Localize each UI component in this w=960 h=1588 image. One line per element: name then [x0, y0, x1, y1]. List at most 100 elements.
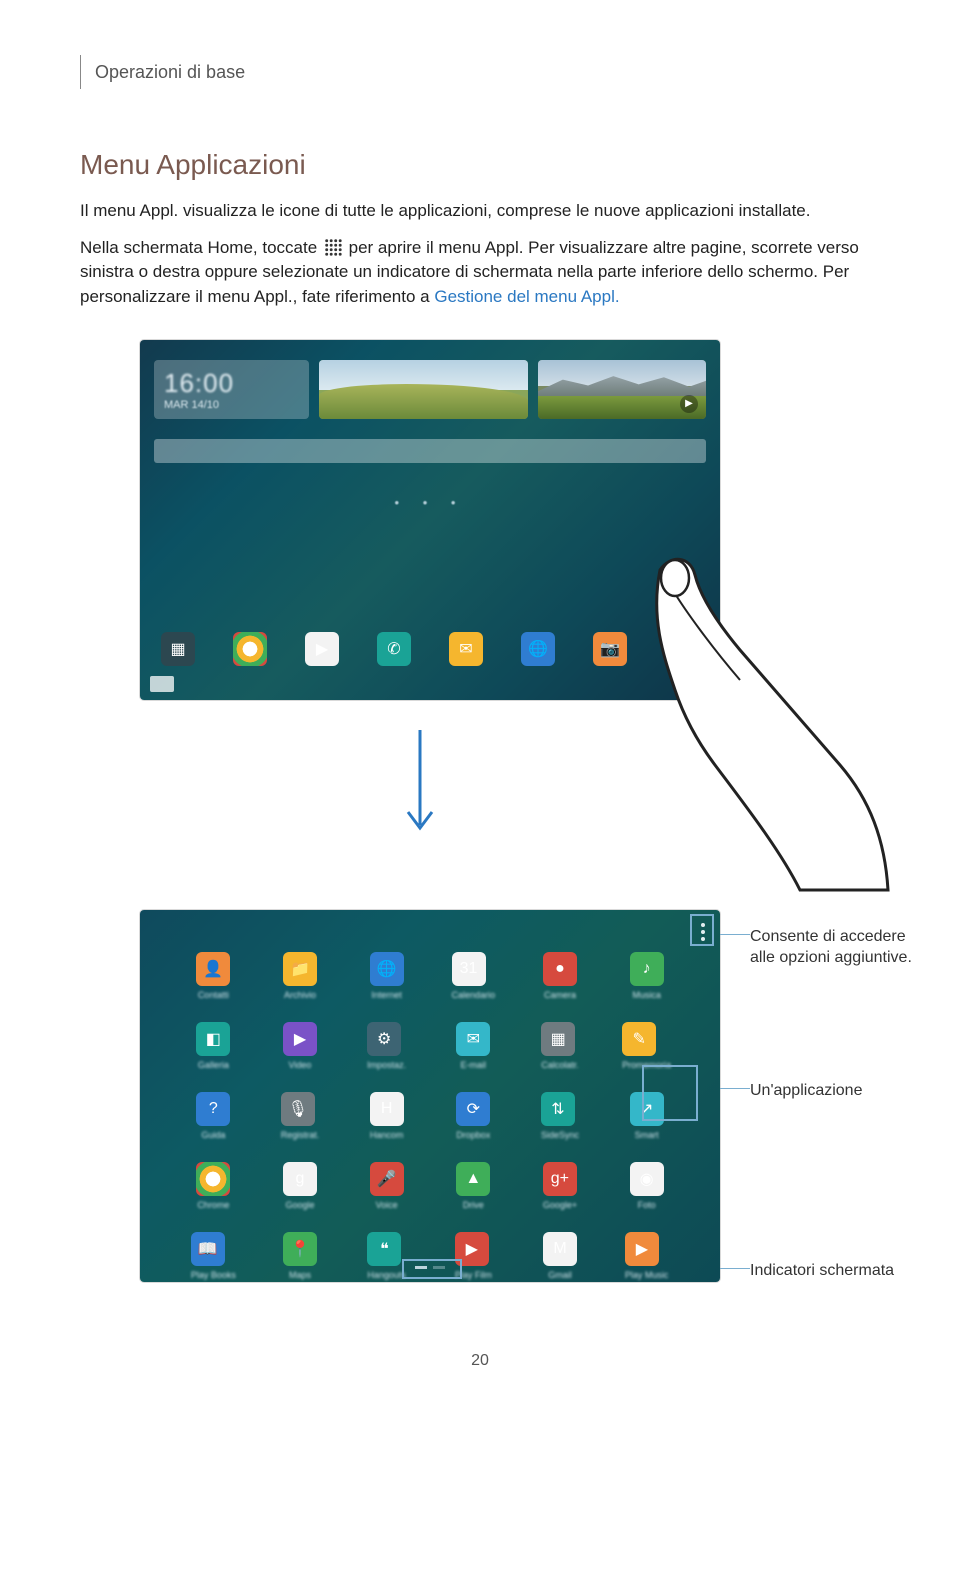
page-indicators: • • •	[140, 495, 720, 510]
chrome-icon[interactable]	[233, 632, 267, 666]
manage-apps-link[interactable]: Gestione del menu Appl.	[434, 287, 619, 306]
app-tile[interactable]: Chrome	[196, 1162, 230, 1210]
app-icon[interactable]	[196, 1162, 230, 1196]
app-tile[interactable]: 👤 Contatti	[196, 952, 230, 1000]
app-icon[interactable]: ◧	[196, 1022, 230, 1056]
app-icon[interactable]: ⚙	[367, 1022, 401, 1056]
app-tile[interactable]: ✉ E-mail	[456, 1022, 490, 1070]
app-tile[interactable]: 🌐 Internet	[370, 952, 404, 1000]
internet-icon[interactable]: 🌐	[521, 632, 555, 666]
app-label: Google	[283, 1200, 317, 1210]
app-label: Hancom	[370, 1130, 404, 1140]
screen-indicators[interactable]	[140, 1256, 720, 1274]
section-title: Menu Applicazioni	[80, 149, 880, 181]
hand-illustration	[630, 550, 890, 900]
app-icon[interactable]: H	[370, 1092, 404, 1126]
app-tile[interactable]: ● Camera	[543, 952, 577, 1000]
app-icon[interactable]: ⟳	[456, 1092, 490, 1126]
app-icon[interactable]: ⇅	[541, 1092, 575, 1126]
app-label: Archivio	[283, 990, 317, 1000]
app-tile[interactable]: 🎤 Voice	[370, 1162, 404, 1210]
app-tile[interactable]: ◉ Foto	[630, 1162, 664, 1210]
app-icon[interactable]: ✎	[622, 1022, 656, 1056]
app-tile[interactable]: ⇅ SideSync	[541, 1092, 579, 1140]
app-tile[interactable]: ▦ Calcolatr.	[541, 1022, 579, 1070]
app-label: Contatti	[196, 990, 230, 1000]
clock-time: 16:00	[164, 368, 299, 399]
callout-indicator: Indicatori schermata	[750, 1262, 894, 1279]
app-icon[interactable]: 👤	[196, 952, 230, 986]
callout-options: Consente di accedere alle opzioni aggiun…	[750, 928, 912, 967]
app-icon[interactable]: 31	[452, 952, 486, 986]
app-icon[interactable]: 🎤	[370, 1162, 404, 1196]
app-label: Calendario	[452, 990, 496, 1000]
app-icon[interactable]: ◉	[630, 1162, 664, 1196]
app-label: Internet	[370, 990, 404, 1000]
app-tile[interactable]: ✎Promemoria	[622, 1022, 671, 1070]
app-label: Video	[283, 1060, 317, 1070]
app-label: SideSync	[541, 1130, 579, 1140]
callout-box-menu	[690, 914, 714, 946]
app-icon[interactable]: ♪	[630, 952, 664, 986]
play-icon: ▶	[680, 395, 698, 413]
app-icon[interactable]: 🌐	[370, 952, 404, 986]
app-tile[interactable]: H Hancom	[370, 1092, 404, 1140]
app-label: Impostaz.	[367, 1060, 406, 1070]
app-tile[interactable]: 31 Calendario	[452, 952, 496, 1000]
app-label: Galleria	[196, 1060, 230, 1070]
app-icon[interactable]: ▶	[283, 1022, 317, 1056]
clock-widget: 16:00 MAR 14/10	[154, 360, 309, 419]
app-label: Musica	[630, 990, 664, 1000]
app-label: Foto	[630, 1200, 664, 1210]
app-label: Dropbox	[456, 1130, 490, 1140]
callout-box-app	[642, 1065, 698, 1121]
camera-icon[interactable]: 📷	[593, 632, 627, 666]
app-icon[interactable]: ▦	[541, 1022, 575, 1056]
app-label: Chrome	[196, 1200, 230, 1210]
app-icon[interactable]: ✉	[456, 1022, 490, 1056]
app-icon[interactable]: ●	[543, 952, 577, 986]
apps-icon[interactable]: ▦	[161, 632, 195, 666]
page-number: 20	[80, 1352, 880, 1370]
breadcrumb: Operazioni di base	[95, 62, 245, 83]
app-label: Drive	[456, 1200, 490, 1210]
app-tile[interactable]: ⟳ Dropbox	[456, 1092, 490, 1140]
app-tile[interactable]: 📁 Archivio	[283, 952, 317, 1000]
apps-grid-icon	[324, 238, 342, 256]
play-store-icon[interactable]: ▶	[305, 632, 339, 666]
multi-window-tray[interactable]	[150, 676, 174, 692]
app-icon[interactable]: g+	[543, 1162, 577, 1196]
app-label: Google+	[543, 1200, 577, 1210]
app-tile[interactable]: g+ Google+	[543, 1162, 577, 1210]
search-bar[interactable]	[154, 439, 706, 463]
app-label: Registrat.	[281, 1130, 320, 1140]
messaging-icon[interactable]: ✉	[449, 632, 483, 666]
app-label: Voice	[370, 1200, 404, 1210]
app-tile[interactable]: ♪ Musica	[630, 952, 664, 1000]
app-tile[interactable]: ?Guida	[196, 1092, 230, 1140]
app-icon[interactable]: 🎙	[281, 1092, 315, 1126]
paragraph-1: Il menu Appl. visualizza le icone di tut…	[80, 199, 880, 224]
app-icon[interactable]: g	[283, 1162, 317, 1196]
paragraph-2: Nella schermata Home, toccate per aprire…	[80, 236, 880, 310]
clock-date: MAR 14/10	[164, 399, 299, 411]
page-header: Operazioni di base	[80, 55, 880, 89]
app-tile[interactable]: ◧ Galleria	[196, 1022, 230, 1070]
app-icon[interactable]: ?	[196, 1092, 230, 1126]
app-icon[interactable]: ▲	[456, 1162, 490, 1196]
app-icon[interactable]: 📁	[283, 952, 317, 986]
landscape-widget	[319, 360, 528, 419]
app-tile[interactable]: ⚙ Impostaz.	[367, 1022, 406, 1070]
app-label: Camera	[543, 990, 577, 1000]
app-label: E-mail	[456, 1060, 490, 1070]
app-label: Calcolatr.	[541, 1060, 579, 1070]
app-tile[interactable]: ▶ Video	[283, 1022, 317, 1070]
phone-icon[interactable]: ✆	[377, 632, 411, 666]
app-tile[interactable]: g Google	[283, 1162, 317, 1210]
app-label: Smart	[630, 1130, 664, 1140]
app-tile[interactable]: 🎙 Registrat.	[281, 1092, 320, 1140]
callout-app: Un'applicazione	[750, 1082, 862, 1099]
app-grid: 👤 Contatti 📁 Archivio 🌐 Internet 31 Calendario ●…	[140, 920, 720, 1280]
app-tile[interactable]: ▲ Drive	[456, 1162, 490, 1210]
gallery-widget: ▶	[538, 360, 706, 419]
